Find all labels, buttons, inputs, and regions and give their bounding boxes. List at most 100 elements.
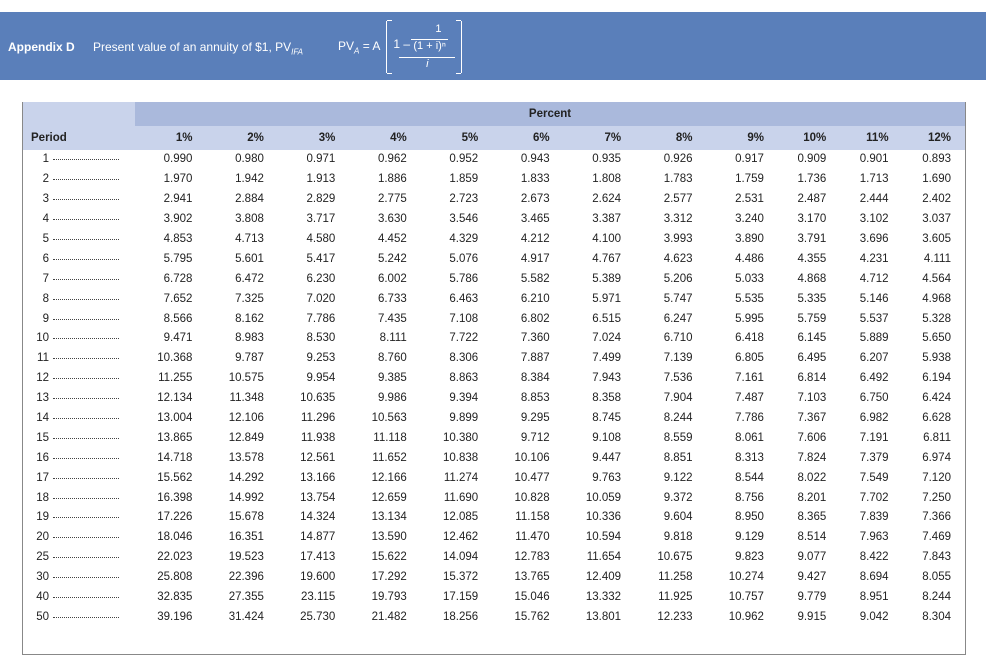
value-cell: 15.562 [157,471,193,484]
value-cell: 21.482 [371,610,407,623]
value-cell: 18.046 [157,531,193,544]
value-cell: 13.590 [371,531,407,544]
annuity-table-container: Percent Period 1% 2% 3% 4% 5% 6% 7% 8% 9% 10% 11% 1… [22,102,966,655]
value-cell: 8.745 [592,412,622,425]
value-cell: 10.675 [657,551,693,564]
value-cell: 14.992 [228,491,264,504]
column-header-rate: 7% [563,126,636,150]
value-cell: 10.336 [585,511,622,524]
value-cell: 5.747 [663,292,693,305]
value-cell: 4.713 [235,233,264,245]
period-number: 7 [42,272,49,285]
period-cell: 14 [23,409,135,429]
table-row: 8 7.652 7.325 7.020 6.733 6.463 6.210 5.971 5.74… [23,289,965,309]
column-header-rate: 1% [135,126,207,150]
title-main: Present value of an annuity of $1, PV [93,40,292,54]
value-cell: 8.244 [663,412,693,425]
value-cell: 13.578 [228,451,264,464]
value-cell: 1.808 [592,173,622,186]
value-cell: 6.002 [377,272,407,285]
value-cell: 4.564 [922,272,951,285]
value-cell: 13.166 [300,471,336,484]
value-cell: 0.917 [735,153,764,166]
value-cell: 10.757 [728,591,764,604]
value-cell: 1.833 [520,173,550,186]
value-cell: 6.515 [592,312,622,325]
value-cell: 8.694 [859,571,889,584]
table-row: 2 1.970 1.942 1.913 1.886 1.859 1.833 1.808 1.78… [23,170,965,190]
value-cell: 4.968 [922,292,951,305]
formula-inner-denominator: (1 + i)ⁿ [411,39,448,52]
table-row: 18 16.398 14.992 13.754 12.659 11.690 10.828 10… [23,488,965,508]
value-cell: 10.477 [514,471,550,484]
value-cell: 11.470 [515,531,550,544]
value-cell: 6.974 [922,451,951,464]
value-cell: 4.917 [520,252,550,265]
column-header-rate: 3% [277,126,350,150]
period-cell: 3 [23,190,135,210]
dot-leader [53,313,119,320]
value-cell: 7.943 [592,372,622,385]
period-number: 40 [36,591,49,604]
value-cell: 19.600 [300,571,336,584]
value-cell: 8.853 [520,392,550,405]
dot-leader [53,611,119,618]
period-cell: 11 [23,349,135,369]
dot-leader [53,571,119,579]
value-cell: 1.690 [922,173,951,186]
value-cell: 12.134 [157,392,193,405]
value-cell: 7.161 [735,372,764,385]
table-row: 40 32.835 27.355 23.115 19.793 17.159 15.046 13… [23,588,965,608]
value-cell: 3.717 [306,213,336,226]
value-cell: 8.530 [306,332,336,345]
value-cell: 15.046 [514,591,550,604]
value-cell: 32.835 [157,591,193,604]
value-cell: 25.730 [300,610,336,623]
period-number: 17 [36,471,49,484]
value-cell: 6.247 [663,312,693,325]
value-cell: 14.094 [443,551,479,564]
value-cell: 0.980 [235,153,264,166]
value-cell: 0.971 [306,153,336,166]
column-header-rate: 11% [840,126,903,150]
value-cell: 6.418 [735,332,764,345]
value-cell: 6.472 [235,272,264,285]
value-cell: 5.759 [797,312,827,325]
table-row: 14 13.004 12.106 11.296 10.563 9.899 9.295 8.74… [23,409,965,429]
table-row: 1 0.990 0.980 0.971 0.962 0.952 0.943 0.935 0.92… [23,150,965,170]
value-cell: 6.492 [859,372,889,385]
value-cell: 7.652 [163,292,193,305]
period-number: 10 [36,332,49,345]
value-cell: 11.654 [586,551,622,564]
value-cell: 2.624 [592,193,622,206]
table-row: 17 15.562 14.292 13.166 12.166 11.274 10.477 9.… [23,468,965,488]
dot-leader [53,273,119,280]
value-cell: 3.902 [163,213,193,226]
dot-leader [53,173,119,181]
value-cell: 5.795 [163,252,193,265]
value-cell: 3.387 [592,213,622,226]
value-cell: 10.380 [443,431,479,444]
period-cell: 12 [23,369,135,389]
table-row: 50 39.196 31.424 25.730 21.482 18.256 15.762 13… [23,607,965,627]
value-cell: 7.366 [922,511,951,524]
dot-leader [53,511,119,519]
value-cell: 1.859 [449,173,479,186]
title-subscript: IFA [291,47,303,57]
value-cell: 8.162 [235,312,264,325]
value-cell: 17.413 [300,551,336,564]
value-cell: 12.085 [443,511,479,524]
table-row: 11 10.368 9.787 9.253 8.760 8.306 7.887 7.499 7.… [23,349,965,369]
dot-leader [53,233,119,240]
period-cell: 4 [23,210,135,230]
formula-bracket: 1 – 1 (1 + i)ⁿ i [386,20,463,74]
value-cell: 10.274 [728,571,764,584]
period-number: 6 [42,252,49,265]
period-number: 15 [36,431,49,444]
value-cell: 11.925 [658,591,693,604]
period-number: 19 [36,511,49,524]
period-number: 9 [42,312,49,325]
value-cell: 13.765 [514,571,550,584]
value-cell: 12.561 [300,451,336,464]
value-cell: 8.756 [735,491,764,504]
